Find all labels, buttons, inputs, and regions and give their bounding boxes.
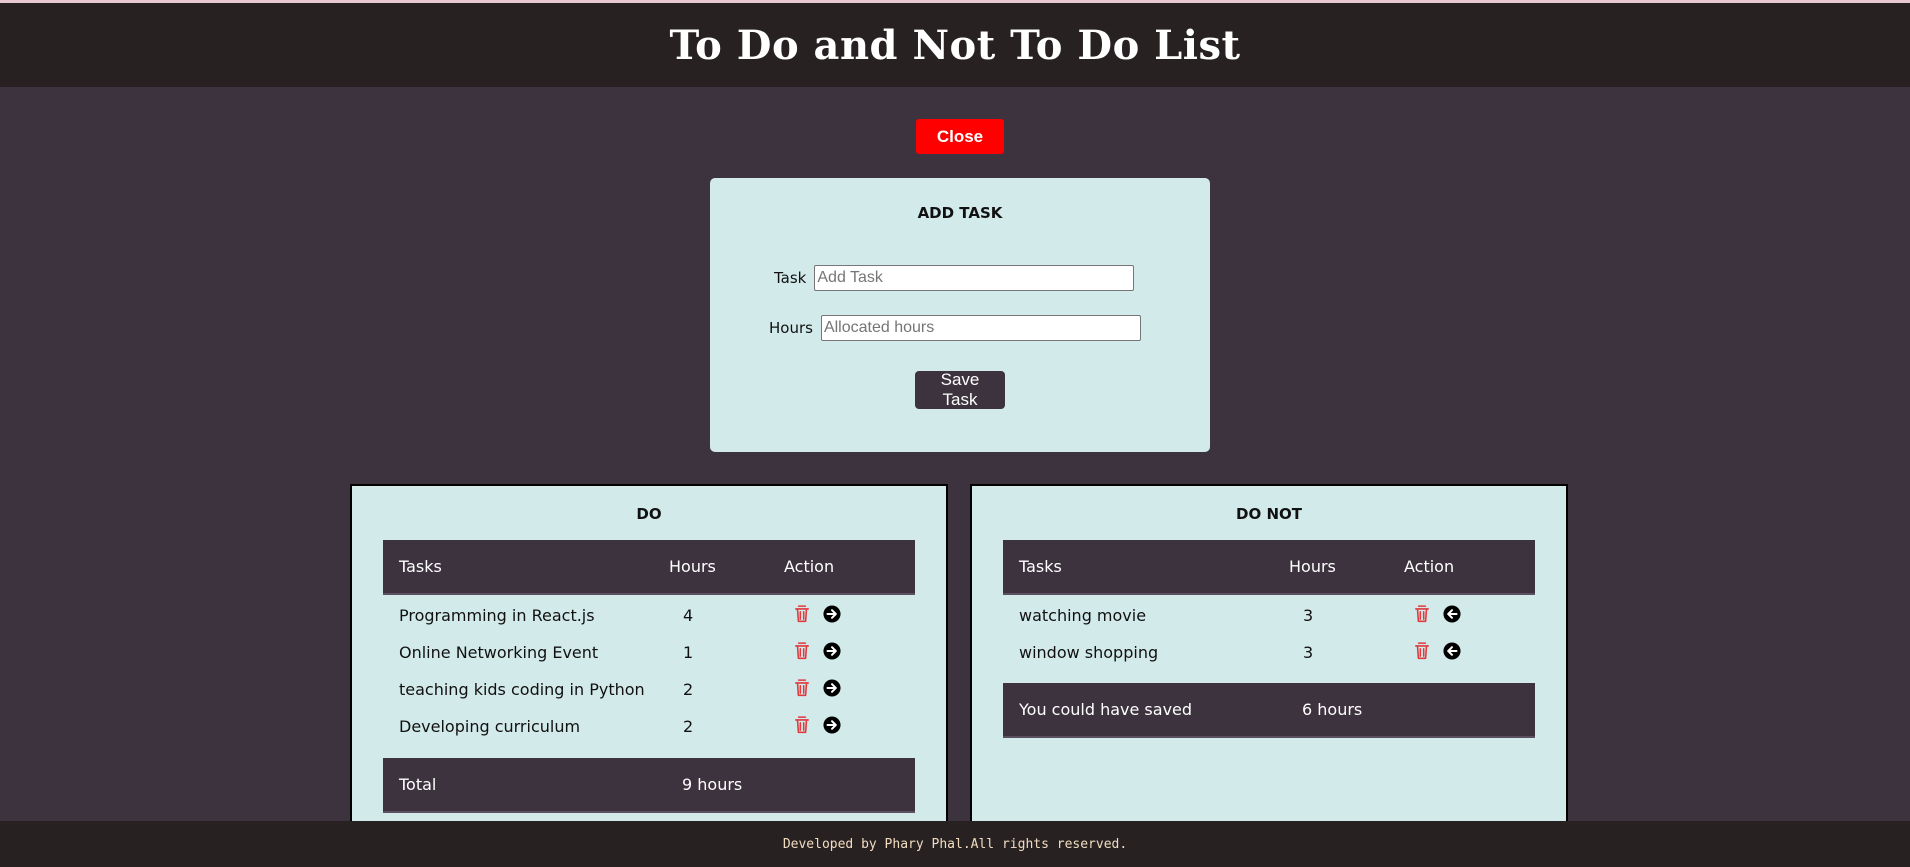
save-task-button[interactable]: Save Task [915, 370, 1005, 409]
trash-icon[interactable] [793, 642, 811, 660]
do-list-card: DO Tasks Hours Action Programming in Rea… [350, 484, 948, 824]
do-not-table-header: Tasks Hours Action [1003, 540, 1535, 595]
task-cell: teaching kids coding in Python [399, 680, 645, 699]
app-title: To Do and Not To Do List [669, 21, 1241, 69]
do-not-list-title: DO NOT [1236, 505, 1302, 523]
do-header-action: Action [784, 557, 835, 576]
arrow-right-circle-icon[interactable] [823, 679, 841, 697]
task-label: Task [774, 269, 807, 287]
do-not-saved-row: You could have saved 6 hours [1003, 683, 1535, 738]
arrow-right-circle-icon[interactable] [823, 716, 841, 734]
saved-label: You could have saved [1019, 700, 1193, 719]
task-input[interactable] [814, 265, 1135, 291]
total-value: 9 hours [682, 775, 743, 794]
trash-icon[interactable] [793, 679, 811, 697]
task-cell: window shopping [1019, 643, 1159, 662]
task-cell: Developing curriculum [399, 717, 581, 736]
trash-icon[interactable] [793, 716, 811, 734]
arrow-left-circle-icon[interactable] [1443, 605, 1461, 623]
hours-row: Hours [769, 315, 1141, 341]
page-footer: Developed by Phary Phal.All rights reser… [0, 821, 1910, 867]
trash-icon[interactable] [793, 605, 811, 623]
do-not-header-hours: Hours [1289, 557, 1336, 576]
do-table-header: Tasks Hours Action [383, 540, 915, 595]
hours-cell: 2 [683, 717, 694, 736]
table-row: Online Networking Event 1 [383, 634, 915, 671]
task-cell: Online Networking Event [399, 643, 599, 662]
task-cell: watching movie [1019, 606, 1147, 625]
footer-text: Developed by Phary Phal.All rights reser… [782, 836, 1128, 852]
arrow-right-circle-icon[interactable] [823, 605, 841, 623]
do-not-list-card: DO NOT Tasks Hours Action watching movie… [970, 484, 1568, 824]
table-row: teaching kids coding in Python 2 [383, 671, 915, 708]
saved-value: 6 hours [1302, 700, 1363, 719]
trash-icon[interactable] [1413, 642, 1431, 660]
hours-cell: 3 [1303, 606, 1314, 625]
add-task-title: ADD TASK [917, 204, 1003, 222]
table-row: watching movie 3 [1003, 597, 1535, 634]
arrow-left-circle-icon[interactable] [1443, 642, 1461, 660]
arrow-right-circle-icon[interactable] [823, 642, 841, 660]
total-label: Total [399, 775, 437, 794]
task-cell: Programming in React.js [399, 606, 595, 625]
table-row: Programming in React.js 4 [383, 597, 915, 634]
table-row: Developing curriculum 2 [383, 708, 915, 745]
task-row: Task [774, 265, 1135, 291]
do-not-header-action: Action [1404, 557, 1455, 576]
trash-icon[interactable] [1413, 605, 1431, 623]
add-task-form: ADD TASK Task Hours Save Task [710, 178, 1210, 452]
do-list-title: DO [636, 505, 662, 523]
hours-cell: 4 [683, 606, 694, 625]
hours-input[interactable] [820, 315, 1141, 341]
hours-cell: 3 [1303, 643, 1314, 662]
do-total-row: Total 9 hours [383, 758, 915, 813]
do-not-header-tasks: Tasks [1019, 557, 1062, 576]
close-button[interactable]: Close [916, 119, 1004, 154]
do-header-tasks: Tasks [399, 557, 442, 576]
do-header-hours: Hours [669, 557, 716, 576]
hours-cell: 1 [683, 643, 694, 662]
app-header: To Do and Not To Do List [0, 3, 1910, 87]
table-row: window shopping 3 [1003, 634, 1535, 671]
hours-label: Hours [769, 319, 813, 337]
hours-cell: 2 [683, 680, 694, 699]
